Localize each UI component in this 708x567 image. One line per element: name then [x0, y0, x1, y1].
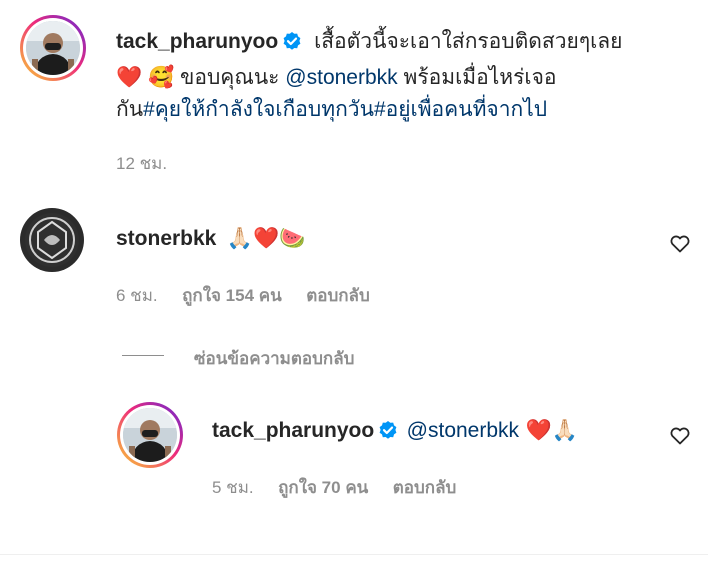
caption-avatar[interactable] [20, 15, 86, 81]
comment1-likes[interactable]: ถูกใจ 154 คน [182, 286, 282, 305]
reply1-like-heart-icon[interactable] [668, 423, 692, 447]
caption-username[interactable]: tack_pharunyoo [116, 30, 278, 53]
caption-line2-pre: ขอบคุณนะ [174, 66, 286, 89]
hide-replies-button[interactable]: ซ่อนข้อความตอบกลับ [194, 345, 354, 372]
comment1-reply-button[interactable]: ตอบกลับ [306, 286, 370, 305]
smiling-face-with-hearts-emoji: 🥰 [148, 65, 175, 89]
bottom-divider [0, 554, 708, 555]
reply-avatar[interactable] [117, 402, 183, 468]
verified-badge-icon [282, 29, 302, 61]
reply1-time[interactable]: 5 ชม. [212, 478, 254, 497]
reply1-likes[interactable]: ถูกใจ 70 คน [278, 478, 368, 497]
comment1-username[interactable]: stonerbkk [116, 227, 216, 250]
hashtag-link-2[interactable]: #อยู่เพื่อคนที่จากไป [374, 98, 547, 121]
heart-emoji: ❤️ [116, 65, 143, 89]
comment-avatar-stonerbkk[interactable] [20, 208, 84, 272]
verified-badge-icon [378, 420, 398, 445]
caption-mention-link[interactable]: @stonerbkk [285, 66, 397, 89]
stoner-logo-icon [25, 213, 79, 267]
person-photo-icon [26, 21, 80, 75]
reply1-reply-button[interactable]: ตอบกลับ [393, 478, 457, 497]
reply1-emojis: ❤️🙏🏻 [519, 418, 579, 442]
reply1-row: tack_pharunyoo @stonerbkk ❤️🙏🏻 [212, 414, 578, 447]
reply1-meta: 5 ชม. ถูกใจ 70 คน ตอบกลับ [212, 474, 456, 501]
caption-line3-pre: กัน [116, 98, 144, 121]
caption-time[interactable]: 12 ชม. [116, 150, 167, 177]
comment1-meta: 6 ชม. ถูกใจ 154 คน ตอบกลับ [116, 282, 370, 309]
caption-line1: เสื้อตัวนี้จะเอาใส่กรอบติดสวยๆเลย [314, 30, 623, 53]
comment1-like-heart-icon[interactable] [668, 231, 692, 255]
hashtag-link-1[interactable]: #คุยให้กำลังใจเกือบทุกวัน [143, 98, 374, 121]
caption-text: tack_pharunyoo เสื้อตัวนี้จะเอาใส่กรอบติ… [116, 26, 696, 126]
hide-replies-divider [122, 355, 164, 356]
comment1-row: stonerbkk 🙏🏻❤️🍉 [116, 222, 305, 254]
caption-line2-post: พร้อมเมื่อไหร่เจอ [397, 66, 557, 89]
reply1-mention-link[interactable]: @stonerbkk [407, 419, 519, 442]
person-photo-icon [123, 408, 177, 462]
reply1-username[interactable]: tack_pharunyoo [212, 419, 374, 442]
comment1-time[interactable]: 6 ชม. [116, 286, 158, 305]
comment1-emojis: 🙏🏻❤️🍉 [226, 226, 306, 250]
